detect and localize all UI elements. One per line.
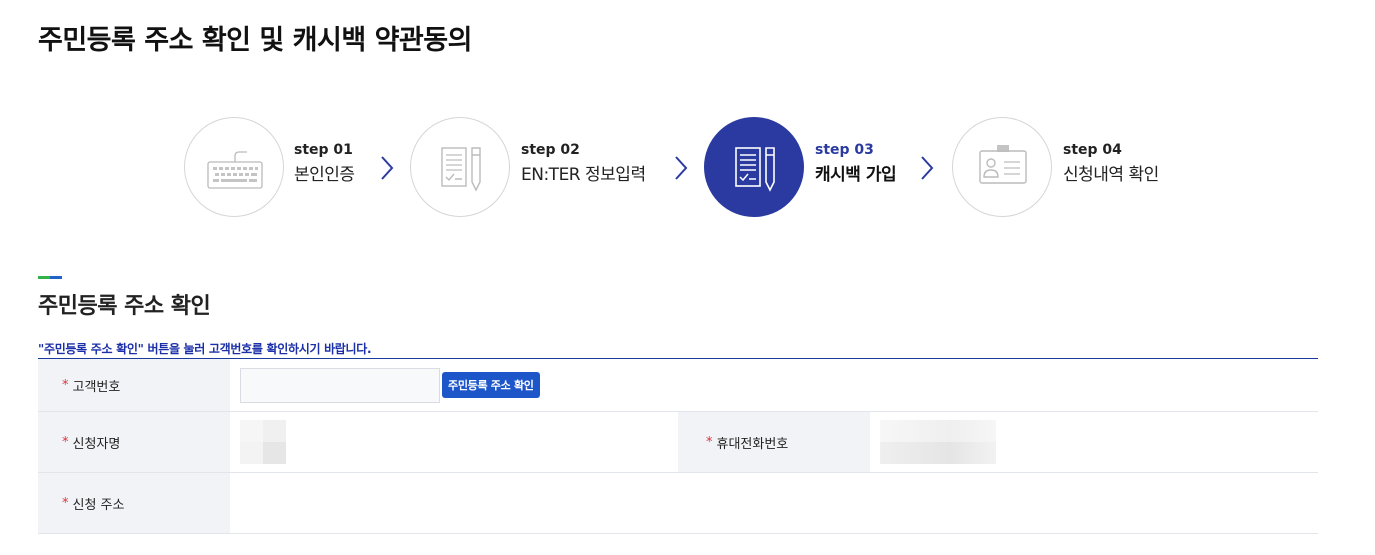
verify-address-button[interactable]: 주민등록 주소 확인 <box>442 372 540 398</box>
address-verification-form: * 고객번호 주민등록 주소 확인 * 신청자명 * 휴대전화번호 * 신청 주… <box>38 358 1318 534</box>
chevron-right-icon <box>380 155 394 181</box>
form-row-address: * 신청 주소 <box>38 473 1318 534</box>
address-label: 신청 주소 <box>72 497 125 513</box>
step-4-text: step 04 신청내역 확인 <box>1063 141 1159 186</box>
customer-number-label: 고객번호 <box>72 379 121 395</box>
step-name: EN:TER 정보입력 <box>521 165 646 185</box>
step-name: 신청내역 확인 <box>1063 165 1159 185</box>
mobile-number-value <box>870 412 1318 472</box>
step-name: 캐시백 가입 <box>815 165 897 185</box>
step-2-text: step 02 EN:TER 정보입력 <box>521 141 646 186</box>
step-number: step 02 <box>521 142 580 158</box>
step-number: step 01 <box>294 142 353 158</box>
step-4-circle <box>952 117 1052 217</box>
field-label: * 휴대전화번호 <box>678 412 870 472</box>
keyboard-icon <box>207 151 263 189</box>
mobile-number-label: 휴대전화번호 <box>716 436 789 452</box>
step-number: step 03 <box>815 142 874 158</box>
step-number: step 04 <box>1063 142 1122 158</box>
step-name: 본인인증 <box>294 165 355 185</box>
page-title: 주민등록 주소 확인 및 캐시백 약관동의 <box>38 25 472 56</box>
applicant-name-label: 신청자명 <box>72 436 121 452</box>
step-2-circle <box>410 117 510 217</box>
field-label: * 고객번호 <box>38 359 230 411</box>
step-1-text: step 01 본인인증 <box>294 141 355 186</box>
field-value: 주민등록 주소 확인 <box>230 359 1318 411</box>
form-row-applicant: * 신청자명 * 휴대전화번호 <box>38 412 1318 473</box>
step-3-circle <box>704 117 804 217</box>
notice-text: "주민등록 주소 확인" 버튼을 눌러 고객번호를 확인하시기 바랍니다. <box>38 342 372 356</box>
document-pencil-icon <box>441 147 481 192</box>
required-mark: * <box>62 495 69 511</box>
applicant-name-value <box>230 412 678 472</box>
address-value <box>230 473 1318 533</box>
required-mark: * <box>706 434 713 450</box>
masked-value <box>240 420 286 464</box>
required-mark: * <box>62 434 69 450</box>
field-label: * 신청자명 <box>38 412 230 472</box>
field-label: * 신청 주소 <box>38 473 230 533</box>
chevron-right-icon <box>674 155 688 181</box>
step-1-circle <box>184 117 284 217</box>
id-card-icon <box>979 145 1027 184</box>
form-row-customer-number: * 고객번호 주민등록 주소 확인 <box>38 359 1318 412</box>
section-title: 주민등록 주소 확인 <box>38 294 211 319</box>
step-progress: step 01 본인인증 step 02 EN:TER 정보입력 step 03… <box>184 117 1184 217</box>
chevron-right-icon <box>920 155 934 181</box>
step-3-text: step 03 캐시백 가입 <box>815 141 897 186</box>
masked-value <box>880 420 996 464</box>
document-pencil-icon <box>735 147 775 192</box>
customer-number-input[interactable] <box>240 367 440 403</box>
required-mark: * <box>62 377 69 393</box>
section-accent-bar <box>38 276 62 279</box>
